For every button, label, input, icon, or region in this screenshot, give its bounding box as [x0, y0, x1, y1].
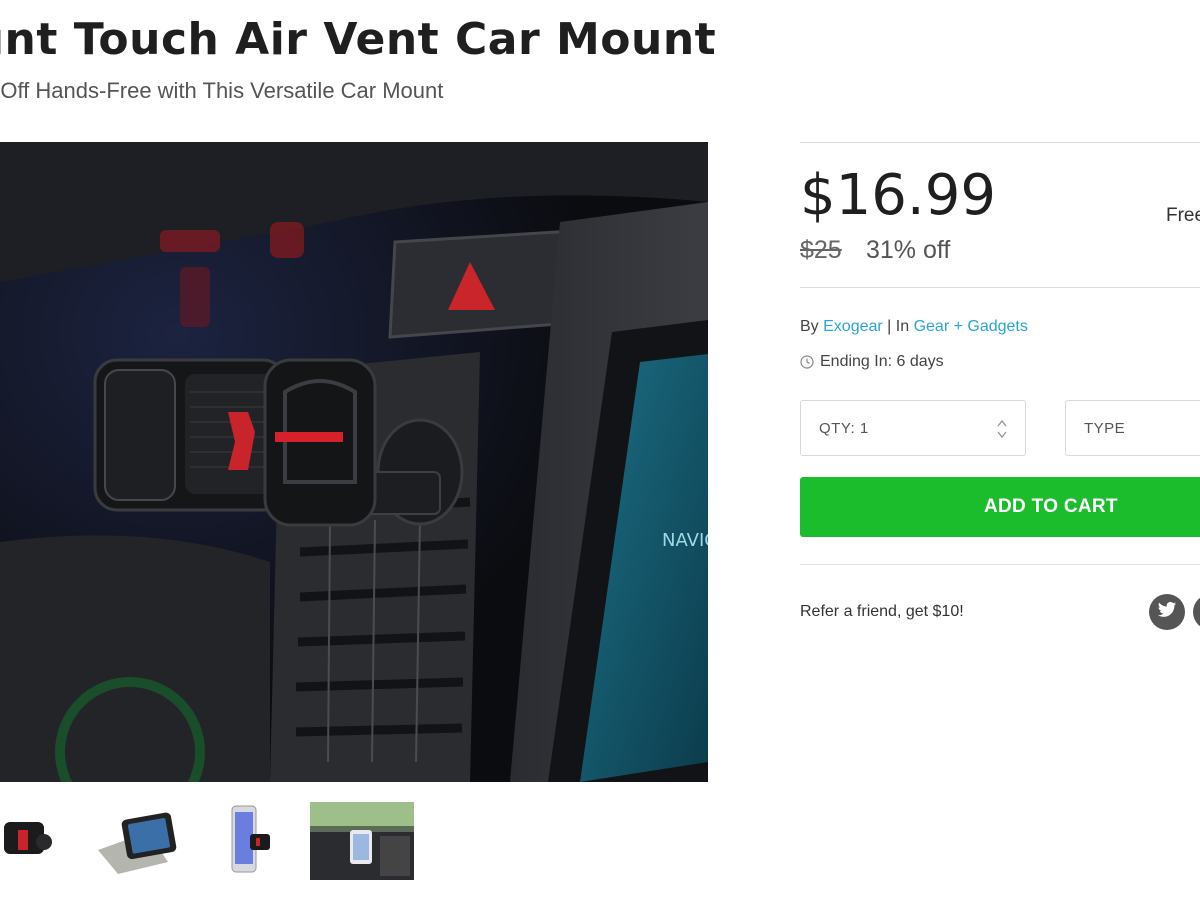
- add-to-cart-button[interactable]: ADD TO CART: [800, 477, 1200, 537]
- discount-label: 31% off: [866, 236, 951, 264]
- share-icon[interactable]: [1193, 594, 1200, 630]
- ending-text: Ending In: 6 days: [820, 353, 944, 370]
- shipping-label: Free: [1166, 205, 1200, 226]
- divider-price: [800, 287, 1200, 288]
- divider-top: [800, 142, 1200, 143]
- thumbnail-4[interactable]: [310, 802, 414, 880]
- twitter-share-button[interactable]: [1149, 594, 1185, 630]
- original-price: $25: [800, 236, 842, 264]
- current-price: $16.99: [800, 163, 996, 228]
- product-title: ount Touch Air Vent Car Mount: [0, 14, 717, 65]
- quantity-select[interactable]: QTY: 1: [800, 400, 1026, 456]
- twitter-icon: [1157, 601, 1177, 624]
- ending-info: Ending In: 6 days: [800, 353, 944, 371]
- type-select[interactable]: TYPE: [1065, 400, 1200, 456]
- in-label: In: [895, 318, 910, 335]
- product-subtitle: e Off Hands-Free with This Versatile Car…: [0, 78, 444, 103]
- divider-share: [800, 564, 1200, 565]
- vendor-link[interactable]: Exogear: [823, 318, 883, 335]
- stepper-icon: [997, 419, 1007, 439]
- thumbnail-2[interactable]: [88, 802, 192, 880]
- svg-text:NAVIC: NAVIC: [662, 530, 708, 551]
- type-label: TYPE: [1084, 419, 1126, 437]
- thumbnail-3[interactable]: [200, 802, 304, 880]
- thumbnail-1[interactable]: [0, 802, 56, 880]
- byline: By Exogear | In Gear + Gadgets: [800, 318, 1028, 336]
- by-label: By: [800, 318, 819, 335]
- product-main-image[interactable]: NAVIC: [0, 142, 708, 782]
- category-link[interactable]: Gear + Gadgets: [914, 318, 1028, 335]
- byline-separator: |: [887, 318, 892, 335]
- refer-text: Refer a friend, get $10!: [800, 603, 964, 620]
- quantity-label: QTY: 1: [819, 419, 869, 437]
- clock-icon: [800, 355, 814, 369]
